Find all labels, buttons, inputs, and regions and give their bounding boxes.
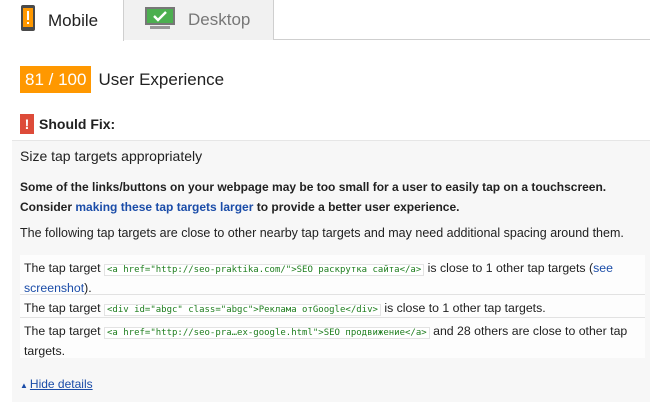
target-code: <a href="http://seo-praktika.com/">SEO р… bbox=[103, 264, 425, 276]
rule-subtext: The following tap targets are close to o… bbox=[20, 226, 624, 240]
target-text: is close to 1 other tap targets ( bbox=[424, 261, 594, 275]
phone-warning-icon bbox=[20, 4, 36, 37]
list-item: The tap target <div id="abgc" class="abg… bbox=[20, 295, 645, 318]
score-badge: 81 / 100 bbox=[20, 66, 92, 93]
target-prefix: The tap target bbox=[24, 324, 104, 338]
tab-desktop[interactable]: Desktop bbox=[124, 0, 274, 40]
list-item: The tap target <a href="http://seo-prakt… bbox=[20, 255, 645, 295]
should-fix-header: ! Should Fix: bbox=[20, 114, 115, 134]
rule-panel: Size tap targets appropriately Some of t… bbox=[12, 140, 650, 402]
rule-desc-after: to provide a better user experience. bbox=[253, 200, 460, 214]
tab-mobile-label: Mobile bbox=[48, 10, 99, 30]
monitor-check-icon bbox=[144, 6, 176, 35]
target-text: is close to 1 other tap targets. bbox=[380, 301, 546, 315]
target-prefix: The tap target bbox=[24, 261, 104, 275]
target-code: <div id="abgc" class="abgc">Реклама отGo… bbox=[103, 304, 381, 316]
making-targets-larger-link[interactable]: making these tap targets larger bbox=[75, 200, 253, 214]
rule-description: Some of the links/buttons on your webpag… bbox=[20, 177, 635, 217]
list-item: The tap target <a href="http://seo-pra…e… bbox=[20, 318, 645, 358]
should-fix-label: Should Fix: bbox=[39, 116, 116, 132]
target-suffix: ). bbox=[84, 281, 92, 295]
exclamation-icon: ! bbox=[20, 114, 34, 134]
tab-desktop-label: Desktop bbox=[188, 10, 251, 29]
target-prefix: The tap target bbox=[24, 301, 104, 315]
rule-title[interactable]: Size tap targets appropriately bbox=[20, 148, 202, 164]
tab-mobile[interactable]: Mobile bbox=[0, 0, 124, 41]
score-row: 81 / 100 User Experience bbox=[20, 66, 224, 93]
score-title: User Experience bbox=[98, 69, 225, 89]
triangle-up-icon: ▲ bbox=[20, 381, 28, 390]
hide-details-toggle[interactable]: ▲ Hide details bbox=[20, 377, 93, 391]
hide-details-link[interactable]: Hide details bbox=[30, 377, 93, 391]
device-tabbar: Mobile Desktop bbox=[0, 0, 650, 41]
target-code: <a href="http://seo-pra…ex-google.html">… bbox=[103, 327, 430, 339]
tap-target-list: The tap target <a href="http://seo-prakt… bbox=[20, 255, 645, 358]
